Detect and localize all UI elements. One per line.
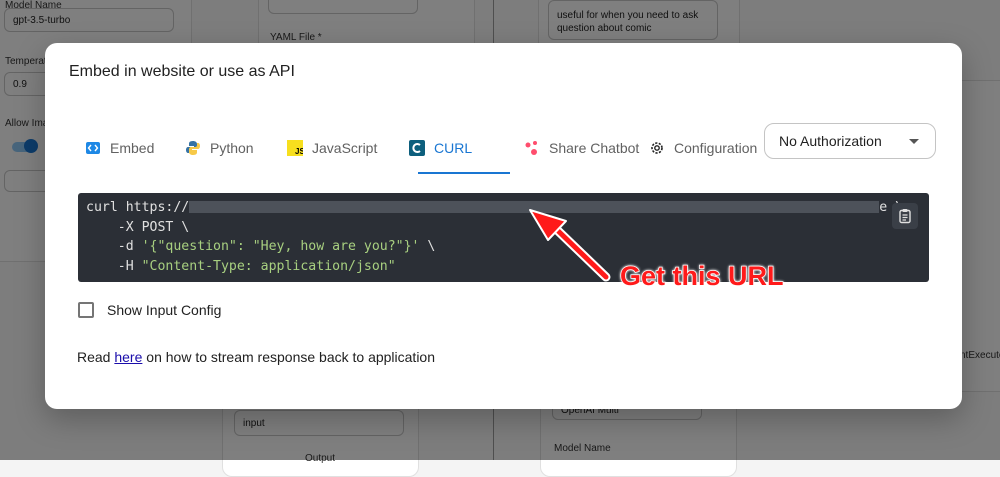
here-link[interactable]: here <box>114 349 142 365</box>
curl-code-block[interactable]: curl https://e \ -X POST \ -d '{"questio… <box>78 193 929 282</box>
tab-curl-label: CURL <box>434 139 473 156</box>
tab-embed[interactable]: Embed <box>85 121 154 174</box>
read-suffix: on how to stream response back to applic… <box>142 349 436 365</box>
code-line-4-string: "Content-Type: application/json" <box>141 258 396 274</box>
tab-python-label: Python <box>210 139 254 156</box>
code-text: curl https://e \ -X POST \ -d '{"questio… <box>78 193 929 281</box>
code-line-2: -X POST \ <box>86 219 190 235</box>
read-prefix: Read <box>77 349 115 365</box>
authorization-select-value: No Authorization <box>779 133 882 149</box>
python-icon <box>185 140 201 156</box>
code-line-1-prefix: curl https:// <box>86 200 190 215</box>
tab-share-chatbot-label: Share Chatbot <box>549 139 640 156</box>
tab-embed-label: Embed <box>110 139 155 156</box>
code-line-3-string: '{"question": "Hey, how are you?"}' <box>141 239 420 254</box>
show-input-config-label: Show Input Config <box>107 302 222 318</box>
curl-icon <box>409 139 425 156</box>
chevron-down-icon <box>909 139 919 144</box>
code-line-3-prefix: -d <box>86 239 142 254</box>
active-tab-indicator <box>418 172 510 174</box>
tab-share-chatbot[interactable]: Share Chatbot <box>524 121 639 174</box>
copy-button[interactable] <box>892 203 918 229</box>
embed-dialog: Embed in website or use as API Embed Pyt… <box>45 43 962 409</box>
tab-configuration[interactable]: Configuration <box>649 121 757 174</box>
show-input-config-row: Show Input Config <box>78 302 221 318</box>
svg-text:JS: JS <box>295 147 303 156</box>
javascript-icon: JS <box>287 139 305 156</box>
tab-configuration-label: Configuration <box>674 139 758 156</box>
annotation-label: Get this URL <box>619 260 784 292</box>
dialog-title: Embed in website or use as API <box>69 63 295 80</box>
clipboard-icon <box>897 208 913 224</box>
stream-help-text: Read here on how to stream response back… <box>77 349 435 365</box>
tab-javascript[interactable]: JS JavaScript <box>287 121 377 174</box>
redacted-url <box>189 201 880 213</box>
code-line-4-prefix: -H <box>86 258 142 274</box>
show-input-config-checkbox[interactable] <box>78 302 94 318</box>
code-embed-icon <box>85 140 101 156</box>
code-line-3-suffix: \ <box>419 239 436 254</box>
gear-icon <box>649 140 665 156</box>
tab-python[interactable]: Python <box>185 121 254 174</box>
tab-curl[interactable]: CURL <box>409 121 472 174</box>
tab-javascript-label: JavaScript <box>312 139 378 156</box>
authorization-select[interactable]: No Authorization <box>764 123 936 159</box>
share-icon <box>524 140 540 156</box>
